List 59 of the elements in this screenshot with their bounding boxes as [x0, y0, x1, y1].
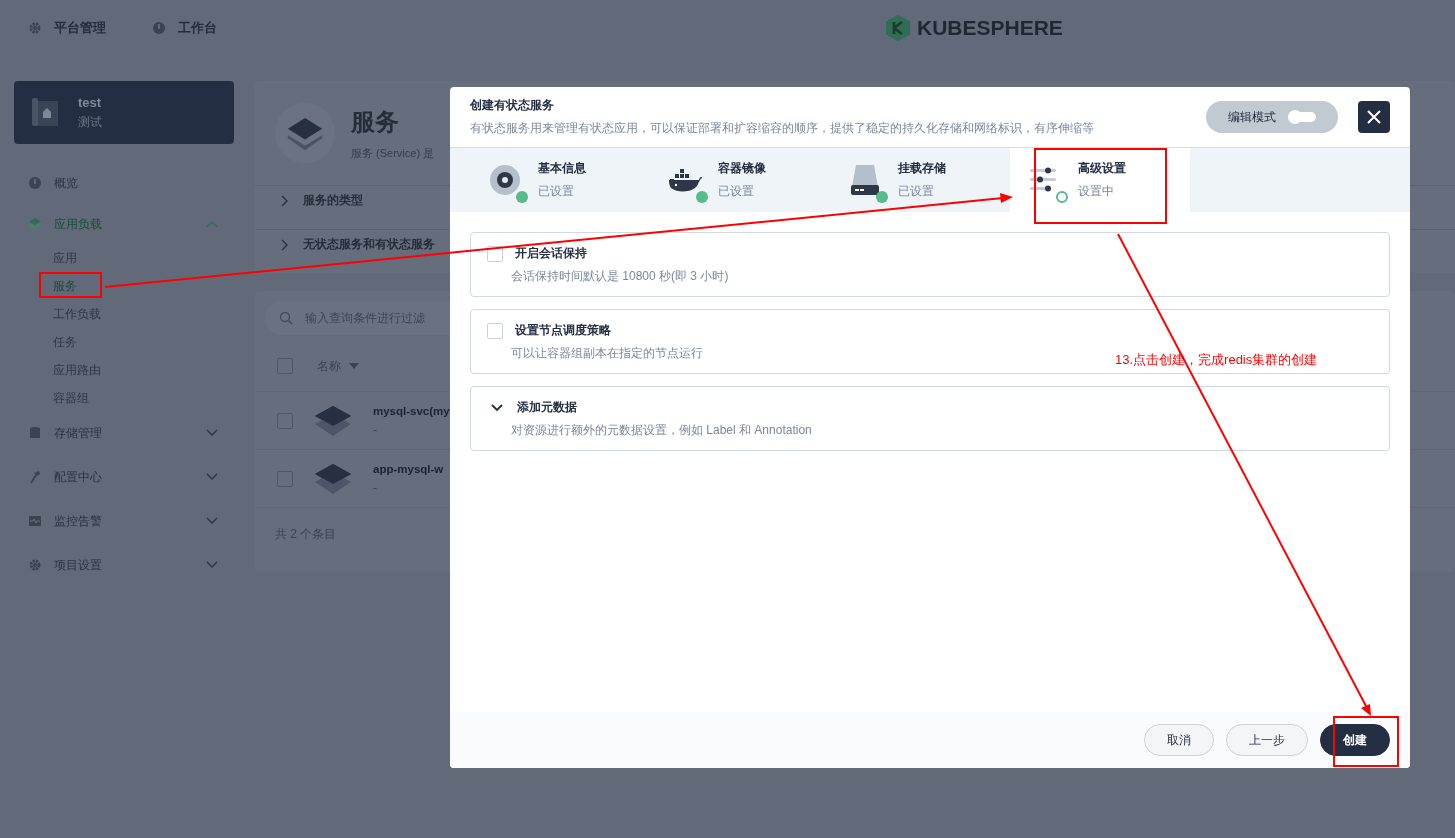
- close-button[interactable]: [1358, 101, 1390, 133]
- step-status: 已设置: [538, 183, 575, 200]
- nav-link[interactable]: 工作台: [178, 18, 217, 37]
- disc-icon: [488, 163, 522, 197]
- project-alias: 测试: [78, 113, 102, 131]
- nav-item[interactable]: 应用负载: [54, 215, 194, 233]
- step-tab[interactable]: 基本信息 已设置: [470, 148, 650, 212]
- settings-icon: [28, 20, 42, 35]
- hammer-icon: [28, 470, 42, 484]
- step-title: 挂载存储: [898, 160, 946, 177]
- dialog-title: 创建有状态服务: [470, 97, 555, 114]
- secondary-button[interactable]: 取消: [1144, 724, 1214, 756]
- option-title: 设置节点调度策略: [515, 322, 611, 339]
- checkbox[interactable]: [277, 358, 293, 374]
- step-title: 容器镜像: [718, 160, 766, 177]
- close-icon: [1367, 110, 1381, 124]
- search-icon: [279, 311, 293, 325]
- project-card[interactable]: test 测试: [14, 81, 234, 144]
- table-cell-text: -: [373, 422, 378, 437]
- checkbox[interactable]: [277, 470, 293, 487]
- checkbox[interactable]: [277, 412, 293, 429]
- service-name[interactable]: app-mysql-w: [373, 462, 444, 475]
- dialog-description: 有状态服务用来管理有状态应用，可以保证部署和扩容缩容的顺序，提供了稳定的持久化存储和网络标识，有序伸缩等: [470, 120, 1095, 137]
- nav-link[interactable]: 平台管理: [54, 18, 106, 37]
- option-description: 可以让容器组副本在指定的节点运行: [511, 345, 703, 362]
- option-description: 会话保持时间默认是 10800 秒(即 3 小时): [511, 268, 729, 285]
- step-tab[interactable]: 容器镜像 已设置: [650, 148, 830, 212]
- database-icon: [28, 426, 42, 440]
- layers-icon: [28, 217, 42, 231]
- nav-item[interactable]: 服务: [53, 278, 77, 293]
- chevron-right-icon: [281, 194, 289, 207]
- step-title: 高级设置: [1078, 160, 1126, 177]
- option-title: 添加元数据: [517, 399, 577, 416]
- step-tab[interactable]: 挂载存储 已设置: [830, 148, 1010, 212]
- page-title: 服务: [351, 106, 400, 137]
- create-button[interactable]: 创建: [1320, 724, 1390, 756]
- chevron-right-icon: [281, 238, 289, 251]
- step-status: 已设置: [718, 183, 755, 200]
- option-description: 对资源进行额外的元数据设置，例如 Label 和 Annotation: [511, 422, 812, 439]
- sort-icon: [349, 363, 359, 369]
- step-tab[interactable]: 高级设置 设置中: [1010, 148, 1190, 212]
- step-title: 基本信息: [538, 160, 586, 177]
- project-name: test: [78, 94, 102, 110]
- table-cell-text: -: [373, 480, 378, 495]
- dashboard-icon: [28, 176, 42, 190]
- service-icon: [313, 461, 353, 496]
- step-status: 设置中: [1078, 183, 1115, 200]
- option-title: 开启会话保持: [515, 245, 587, 262]
- secondary-button[interactable]: 上一步: [1226, 724, 1308, 756]
- monitor-icon: [28, 514, 42, 528]
- service-name[interactable]: mysql-svc(my: [373, 404, 450, 417]
- hard-drive-icon: [848, 163, 882, 197]
- settings-icon: [28, 558, 42, 572]
- edit-mode-toggle[interactable]: 编辑模式: [1206, 101, 1338, 133]
- service-icon: [313, 403, 353, 438]
- step-status: 已设置: [898, 183, 935, 200]
- logo-icon: [885, 13, 911, 42]
- dashboard-icon: [152, 20, 166, 35]
- logo-text: KUBESPHERE: [917, 15, 1063, 40]
